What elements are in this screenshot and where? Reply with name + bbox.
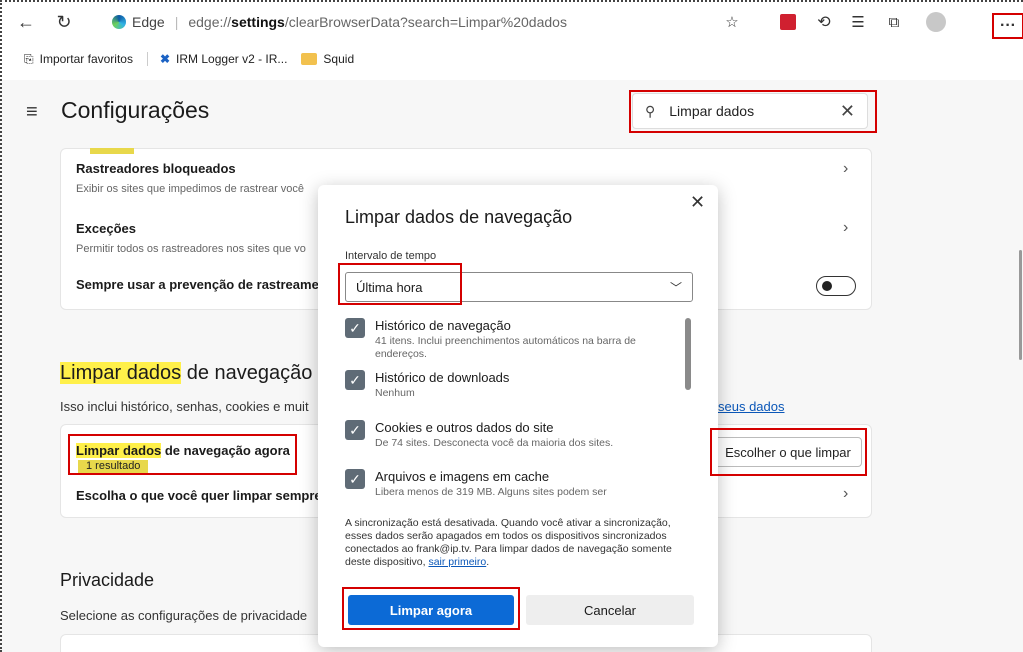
browser-toolbar: ← ↻ Edge | edge://settings/clearBrowserD… [0,0,1023,44]
profile-avatar-icon[interactable] [924,10,948,34]
exceptions-title[interactable]: Exceções [76,221,136,236]
option-desc: Nenhum [375,387,415,399]
favorite-irm-logger[interactable]: ✖ IRM Logger v2 - IR... [160,52,287,66]
page-title: Configurações [61,97,210,123]
blocked-trackers-title[interactable]: Rastreadores bloqueados [76,161,236,176]
strict-toggle[interactable] [816,276,856,296]
option-title: Arquivos e imagens em cache [375,469,550,484]
close-icon[interactable]: ✕ [690,192,705,213]
favorite-squid[interactable]: Squid [301,52,354,66]
exceptions-sub: Permitir todos os rastreadores nos sites… [76,243,306,255]
option-desc: De 74 sites. Desconecta você da maioria … [375,437,614,449]
chevron-right-icon[interactable]: › [843,160,848,178]
clear-data-section-title: Limpar dados de navegação - [60,362,325,385]
clear-on-close-title[interactable]: Escolha o que você quer limpar sempre [76,488,322,503]
time-range-select[interactable]: Última hora ﹀ [345,272,693,302]
sign-out-first-link[interactable]: sair primeiro [428,556,486,568]
blocked-trackers-sub: Exibir os sites que impedimos de rastrea… [76,183,305,195]
favorite-star-icon[interactable]: ☆ [720,10,744,34]
url-path-strong: settings [231,14,285,30]
import-icon: ⎘ [24,51,34,66]
refresh-icon[interactable]: ↻ [52,10,76,34]
time-range-label: Intervalo de tempo [345,250,437,262]
menu-hamburger-icon[interactable]: ≡ [26,101,38,124]
back-arrow-icon[interactable]: ← [14,10,38,34]
clear-search-icon[interactable]: ✕ [840,101,855,122]
irm-logo-icon: ✖ [159,52,171,66]
option-desc: Libera menos de 319 MB. Alguns sites pod… [375,486,607,498]
option-title: Cookies e outros dados do site [375,420,554,435]
title-highlight: Limpar dados [60,362,182,384]
result-count-badge: 1 resultado [78,460,149,474]
url-host: edge:// [188,14,232,30]
edge-logo-icon [112,15,126,29]
chevron-right-icon[interactable]: › [843,485,848,503]
checkbox-checked[interactable]: ✓ [345,370,365,390]
clear-data-dialog: Limpar dados de navegação ✕ Intervalo de… [318,185,718,647]
favorites-list-icon[interactable]: ☰ [846,10,870,34]
extensions-icon[interactable]: ⟲ [812,10,836,34]
dialog-title: Limpar dados de navegação [345,207,573,227]
page-scrollbar[interactable] [1019,250,1022,360]
favorites-bar: ⎘ Importar favoritos ✖ IRM Logger v2 - I… [0,46,1023,72]
settings-search-input[interactable]: ⚲ Limpar dados ✕ [632,93,868,129]
time-range-value: Última hora [356,279,423,295]
checkbox-checked[interactable]: ✓ [345,469,365,489]
manage-data-link[interactable]: seus dados [718,399,785,414]
address-separator: | [174,14,179,30]
favorite-label: Squid [323,52,355,66]
checkbox-checked[interactable]: ✓ [345,318,365,338]
clear-now-highlight: Limpar dados [76,443,162,458]
option-desc: 41 itens. Inclui preenchimentos automáti… [375,335,636,360]
chevron-down-icon: ﹀ [669,280,682,295]
always-strict-title: Sempre usar a prevenção de rastreamen [76,277,327,292]
address-bar[interactable]: Edge | edge://settings/clearBrowserData?… [112,9,712,35]
option-title: Histórico de navegação [375,318,511,333]
settings-more-button[interactable]: ··· [992,13,1023,39]
search-value: Limpar dados [669,103,755,119]
checkbox-checked[interactable]: ✓ [345,420,365,440]
favorite-label: Importar favoritos [39,52,133,66]
favorites-divider [146,52,148,66]
option-title: Histórico de downloads [375,370,510,385]
choose-what-to-clear-button[interactable]: Escolher o que limpar [714,437,862,467]
title-rest: de navegação - [181,362,325,384]
url-path-rest: /clearBrowserData?search=Limpar%20dados [284,14,567,30]
clear-now-rest: de navegação agora [161,443,290,458]
collections-icon[interactable]: ⧉ [882,10,906,34]
privacy-section-title: Privacidade [60,570,155,590]
search-marker [90,148,134,154]
favorite-label: IRM Logger v2 - IR... [176,52,288,66]
folder-icon [301,53,318,65]
edge-label: Edge [132,14,165,30]
sync-notice: A sincronização está desativada. Quando … [345,517,672,568]
chevron-right-icon[interactable]: › [843,219,848,237]
cancel-button[interactable]: Cancelar [526,595,694,625]
toggle-knob [822,281,832,291]
search-icon: ⚲ [645,102,656,119]
extension-red-icon[interactable] [776,10,800,34]
clear-now-button[interactable]: Limpar agora [348,595,514,625]
favorite-import[interactable]: ⎘ Importar favoritos [24,52,133,67]
options-scrollbar[interactable] [685,318,691,390]
clear-now-title: Limpar dados de navegação agora [76,443,290,458]
privacy-desc: Selecione as configurações de privacidad… [60,608,308,623]
clear-data-desc: Isso inclui histórico, senhas, cookies e… [60,399,309,414]
